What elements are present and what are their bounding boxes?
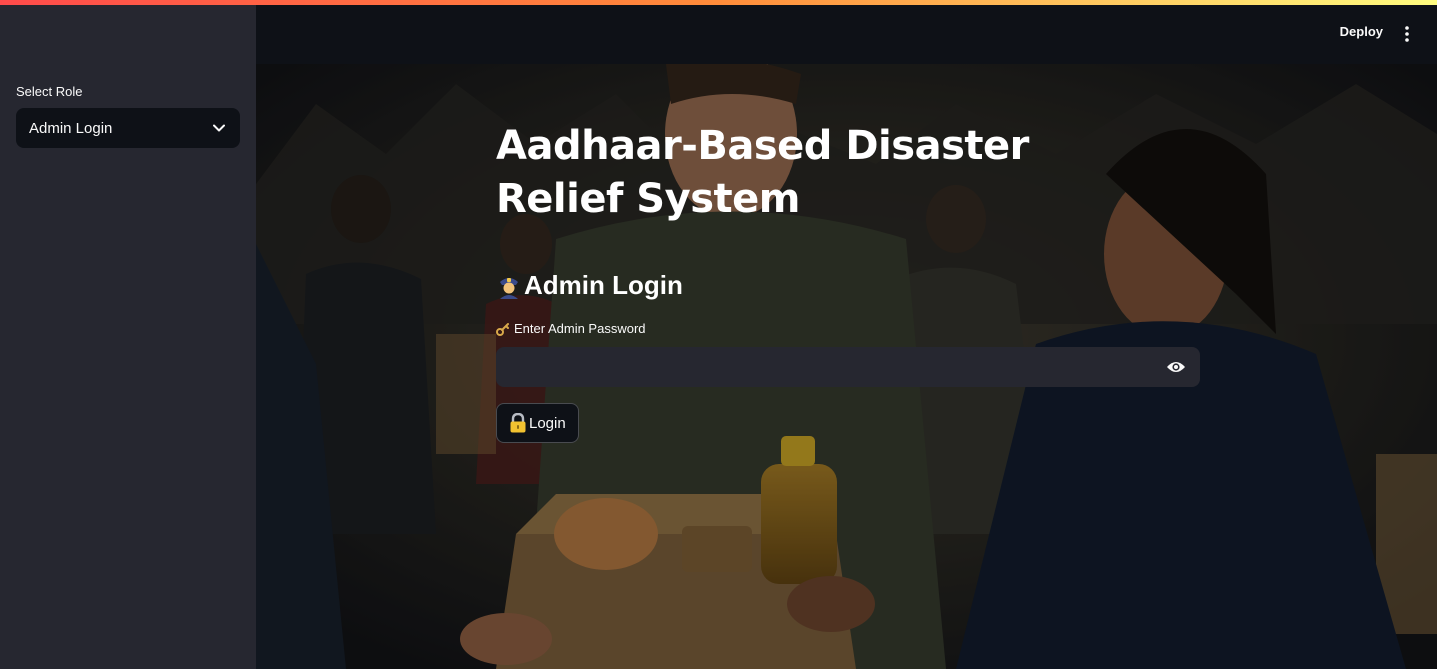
page-title: Aadhaar-Based Disaster Relief System [496, 123, 1029, 222]
key-icon [496, 322, 510, 336]
login-button-label: Login [529, 414, 566, 432]
role-select[interactable]: Admin Login [16, 108, 240, 148]
deploy-button[interactable]: Deploy [1340, 24, 1383, 39]
chevron-down-icon [212, 121, 226, 135]
eye-icon [1167, 362, 1185, 372]
password-field [496, 347, 1200, 387]
show-password-button[interactable] [1156, 347, 1196, 387]
admin-password-input[interactable] [496, 347, 1156, 387]
main-content: Aadhaar-Based Disaster Relief System Adm… [256, 64, 1437, 669]
admin-login-heading-text: Admin Login [524, 270, 683, 300]
main-menu-button[interactable] [1399, 24, 1415, 44]
password-label: Enter Admin Password [496, 321, 646, 336]
vertical-dots-icon [1405, 26, 1409, 42]
lock-icon [509, 413, 527, 433]
police-officer-icon [496, 273, 522, 299]
sidebar: Select Role Admin Login [0, 5, 256, 669]
select-role-label: Select Role [16, 84, 83, 99]
login-panel: Aadhaar-Based Disaster Relief System Adm… [496, 64, 1201, 669]
admin-login-heading: Admin Login [496, 270, 683, 301]
role-select-value: Admin Login [29, 119, 113, 137]
password-label-text: Enter Admin Password [514, 321, 646, 336]
app-header: Deploy [256, 5, 1437, 64]
login-button[interactable]: Login [496, 403, 579, 443]
top-accent-bar [0, 0, 1437, 5]
